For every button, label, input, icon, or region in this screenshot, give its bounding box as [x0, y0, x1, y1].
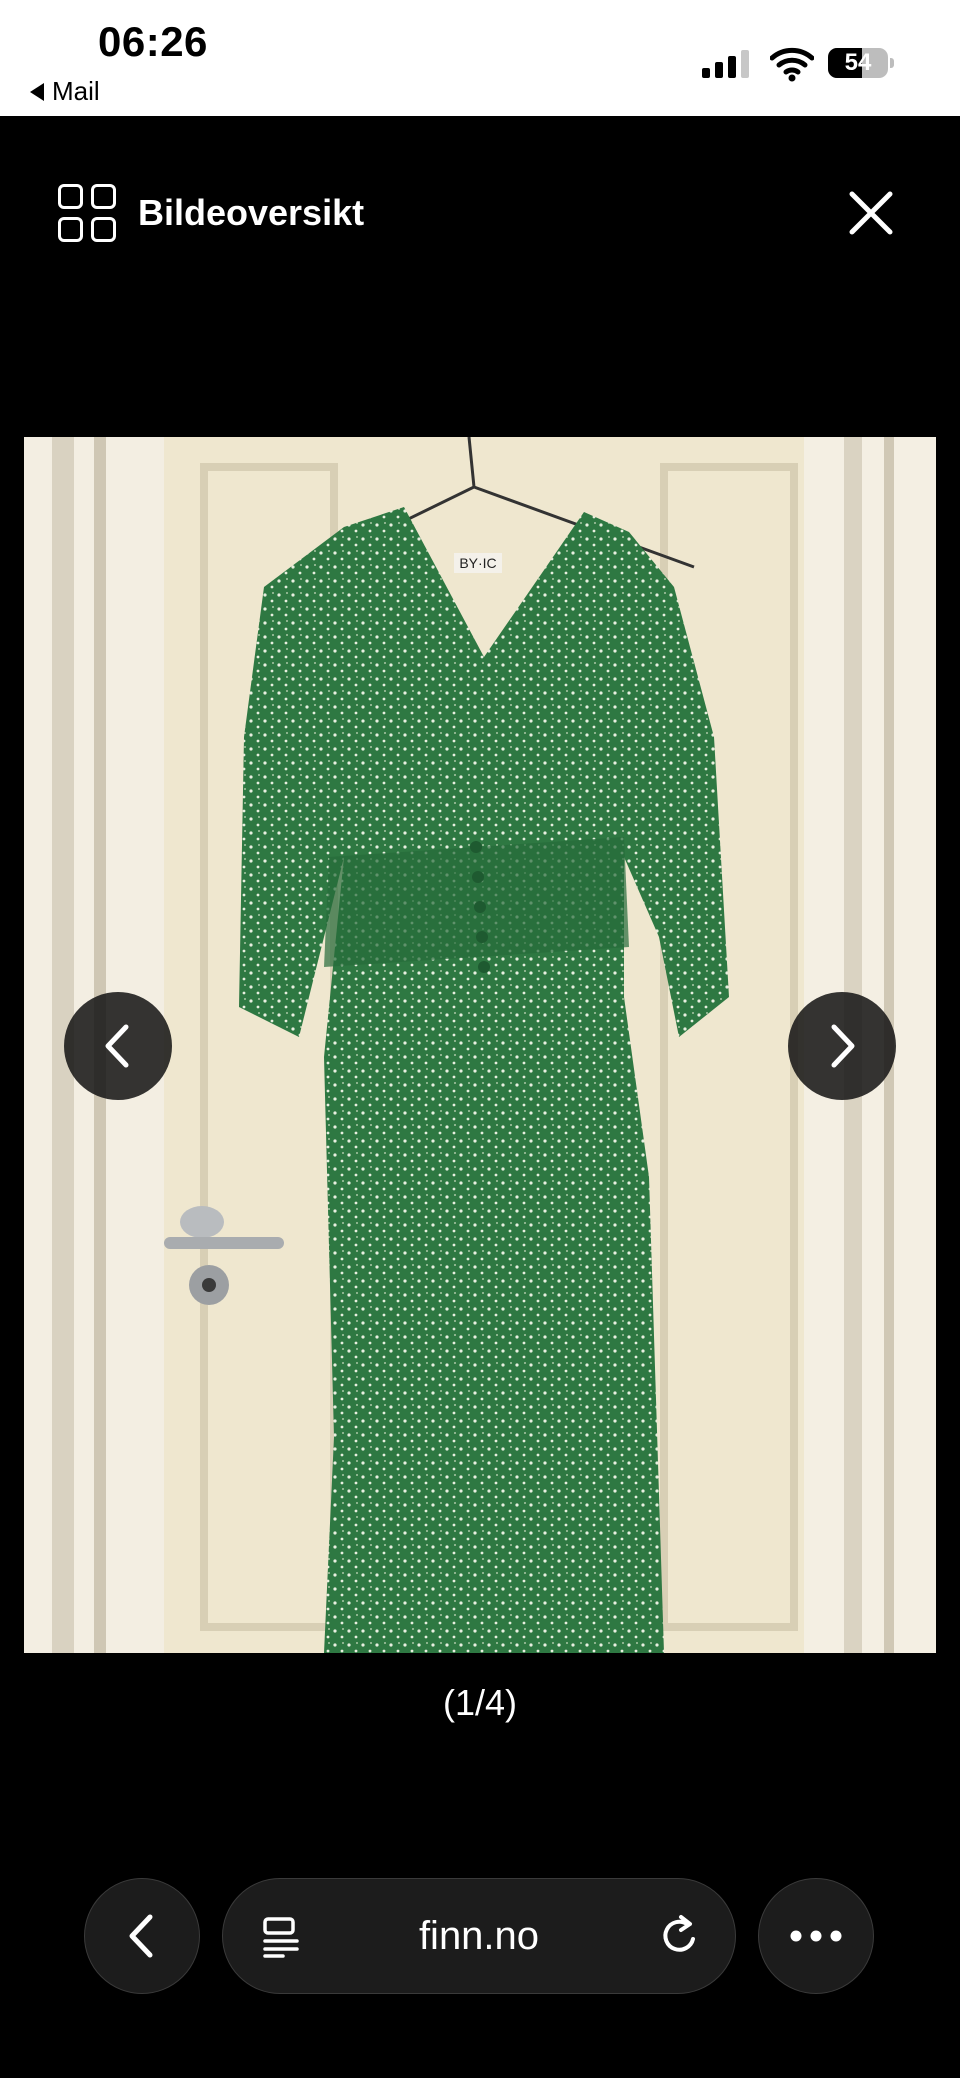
- chevron-left-icon: [129, 1914, 153, 1958]
- back-to-app-button[interactable]: Mail: [30, 76, 100, 107]
- close-icon[interactable]: [844, 186, 898, 240]
- image-overview-label: Bildeoversikt: [138, 192, 365, 233]
- more-options-button[interactable]: [758, 1878, 874, 1994]
- garment-label: BY·IC: [459, 555, 496, 571]
- grid-icon: [58, 184, 116, 242]
- cellular-signal-icon: [702, 48, 749, 78]
- browser-back-button[interactable]: [84, 1878, 200, 1994]
- reload-icon[interactable]: [657, 1913, 703, 1959]
- battery-percent: 54: [844, 49, 872, 76]
- status-bar: 06:26 Mail 54: [0, 0, 960, 116]
- back-triangle-icon: [30, 82, 44, 101]
- back-app-label: Mail: [52, 76, 100, 106]
- battery-icon: 54: [828, 48, 888, 78]
- wifi-icon: [770, 47, 814, 82]
- more-icon: [790, 1930, 842, 1942]
- image-overview-button[interactable]: Bildeoversikt: [58, 184, 364, 242]
- chevron-right-icon: [831, 1024, 855, 1068]
- battery-tip: [890, 58, 894, 68]
- chevron-left-icon: [105, 1024, 129, 1068]
- next-image-button[interactable]: [788, 992, 896, 1100]
- previous-image-button[interactable]: [64, 992, 172, 1100]
- status-time: 06:26: [98, 18, 208, 65]
- address-bar[interactable]: finn.no: [222, 1878, 736, 1994]
- image-counter: (1/4): [442, 1682, 518, 1723]
